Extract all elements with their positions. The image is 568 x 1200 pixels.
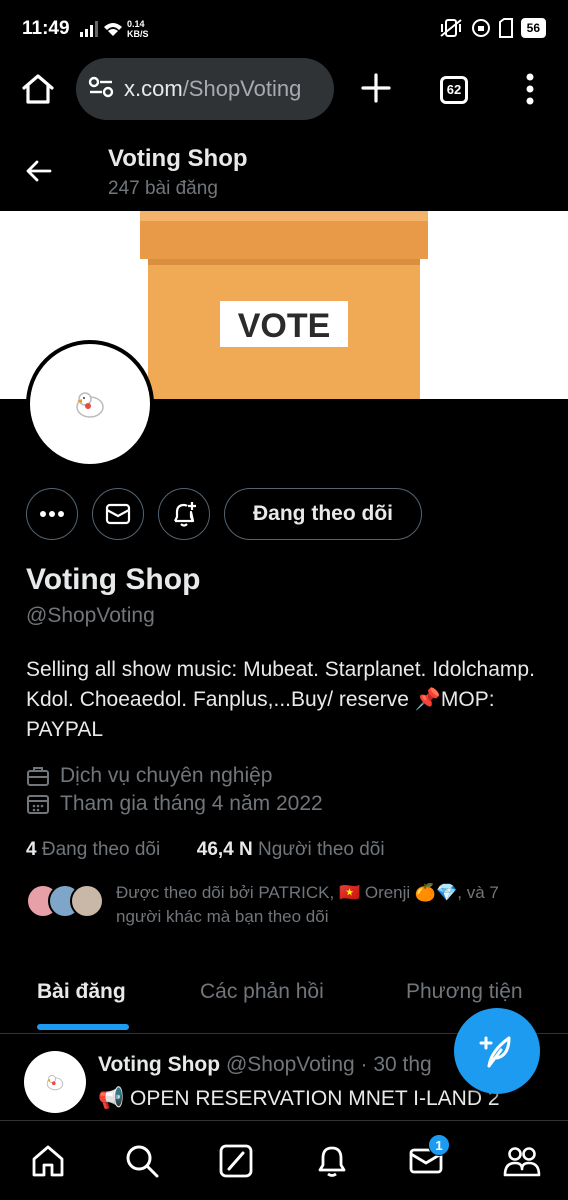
profile-handle: @ShopVoting (26, 604, 155, 627)
profile-bio: Selling all show music: Mubeat. Starplan… (26, 658, 535, 741)
briefcase-icon (27, 767, 49, 786)
nav-home-icon[interactable] (30, 1143, 66, 1184)
feather-plus-icon (479, 1036, 511, 1068)
post-meta: @ShopVoting · 30 thg (225, 1053, 432, 1076)
compose-button[interactable] (454, 1008, 540, 1094)
more-horiz-icon (40, 511, 64, 517)
battery-indicator: 56 (520, 18, 546, 38)
mini-avatar (70, 884, 104, 918)
browser-toolbar: x.com/ShopVoting 62 (0, 58, 568, 120)
followed-by-avatars (26, 884, 106, 920)
speed-unit: KB/S (127, 29, 149, 39)
bottom-nav (0, 1120, 568, 1200)
mail-icon (105, 503, 131, 525)
alarm-icon (471, 19, 490, 37)
nav-notifications-icon[interactable] (314, 1143, 350, 1184)
tab-switcher-button[interactable]: 62 (440, 76, 468, 104)
url-domain: x.com (124, 76, 183, 101)
profile-category: Dịch vụ chuyên nghiệp (26, 764, 272, 788)
nav-search-icon[interactable] (124, 1143, 160, 1184)
status-right: 56 (439, 18, 546, 38)
profile-avatar[interactable] (26, 340, 154, 468)
new-tab-icon[interactable] (360, 72, 392, 109)
calendar-icon (27, 795, 49, 814)
more-vert-icon[interactable] (520, 72, 540, 111)
sim-icon (498, 18, 513, 38)
signal-wifi-icon (80, 20, 124, 43)
tab-media[interactable]: Phương tiện (406, 980, 523, 1004)
status-time: 11:49 (22, 18, 70, 39)
network-speed: 0.14 KB/S (127, 19, 149, 39)
post-author: Voting Shop (98, 1053, 221, 1076)
url-text: x.com/ShopVoting (124, 76, 301, 102)
post-avatar[interactable] (24, 1051, 86, 1113)
profile-joined: Tham gia tháng 4 năm 2022 (26, 792, 323, 816)
more-options-button[interactable] (26, 488, 78, 540)
notify-button[interactable] (158, 488, 210, 540)
home-icon[interactable] (20, 71, 56, 112)
header-title: Voting Shop (108, 145, 248, 172)
following-button[interactable]: Đang theo dõi (224, 488, 422, 540)
tab-posts[interactable]: Bài đăng (37, 980, 126, 1004)
profile-name: Voting Shop (26, 563, 201, 596)
messages-badge: 1 (428, 1134, 450, 1156)
joined-text: Tham gia tháng 4 năm 2022 (60, 792, 323, 815)
post-text: 📢 OPEN RESERVATION MNET I-LAND 2 (98, 1087, 500, 1110)
url-bar[interactable]: x.com/ShopVoting (76, 58, 334, 120)
followed-by-text: Được theo dõi bởi PATRICK, 🇻🇳 Orenji 🍊💎,… (116, 883, 499, 926)
category-text: Dịch vụ chuyên nghiệp (60, 764, 273, 787)
follow-counts: 4 Đang theo dõi 46,4 N Người theo dõi (26, 839, 385, 861)
site-settings-icon[interactable] (88, 76, 114, 103)
nav-grok-icon[interactable] (218, 1143, 254, 1184)
duck-avatar-icon (76, 392, 104, 418)
nav-communities-icon[interactable] (502, 1143, 542, 1184)
duck-avatar-icon (46, 1074, 64, 1091)
following-label: Đang theo dõi (41, 839, 161, 860)
active-tab-indicator (37, 1024, 129, 1030)
following-count: 4 (26, 839, 37, 860)
vote-sign-text: VOTE (238, 307, 331, 345)
header-post-count: 247 bài đăng (108, 178, 218, 199)
message-button[interactable] (92, 488, 144, 540)
post-header: Voting Shop @ShopVoting · 30 thg (98, 1053, 432, 1077)
followers-label: Người theo dõi (258, 839, 385, 860)
speed-value: 0.14 (127, 19, 145, 29)
followers-link[interactable]: 46,4 N Người theo dõi (197, 839, 385, 860)
vibrate-icon (440, 19, 462, 37)
status-bar: 11:49 0.14 KB/S 56 (0, 0, 568, 60)
following-link[interactable]: 4 Đang theo dõi (26, 839, 160, 860)
url-path: /ShopVoting (182, 76, 302, 101)
back-arrow-icon[interactable] (26, 160, 52, 187)
tab-replies[interactable]: Các phản hồi (200, 980, 324, 1004)
followers-count: 46,4 N (196, 839, 253, 860)
bell-plus-icon (174, 502, 196, 527)
followed-by-row[interactable]: Được theo dõi bởi PATRICK, 🇻🇳 Orenji 🍊💎,… (26, 881, 546, 931)
